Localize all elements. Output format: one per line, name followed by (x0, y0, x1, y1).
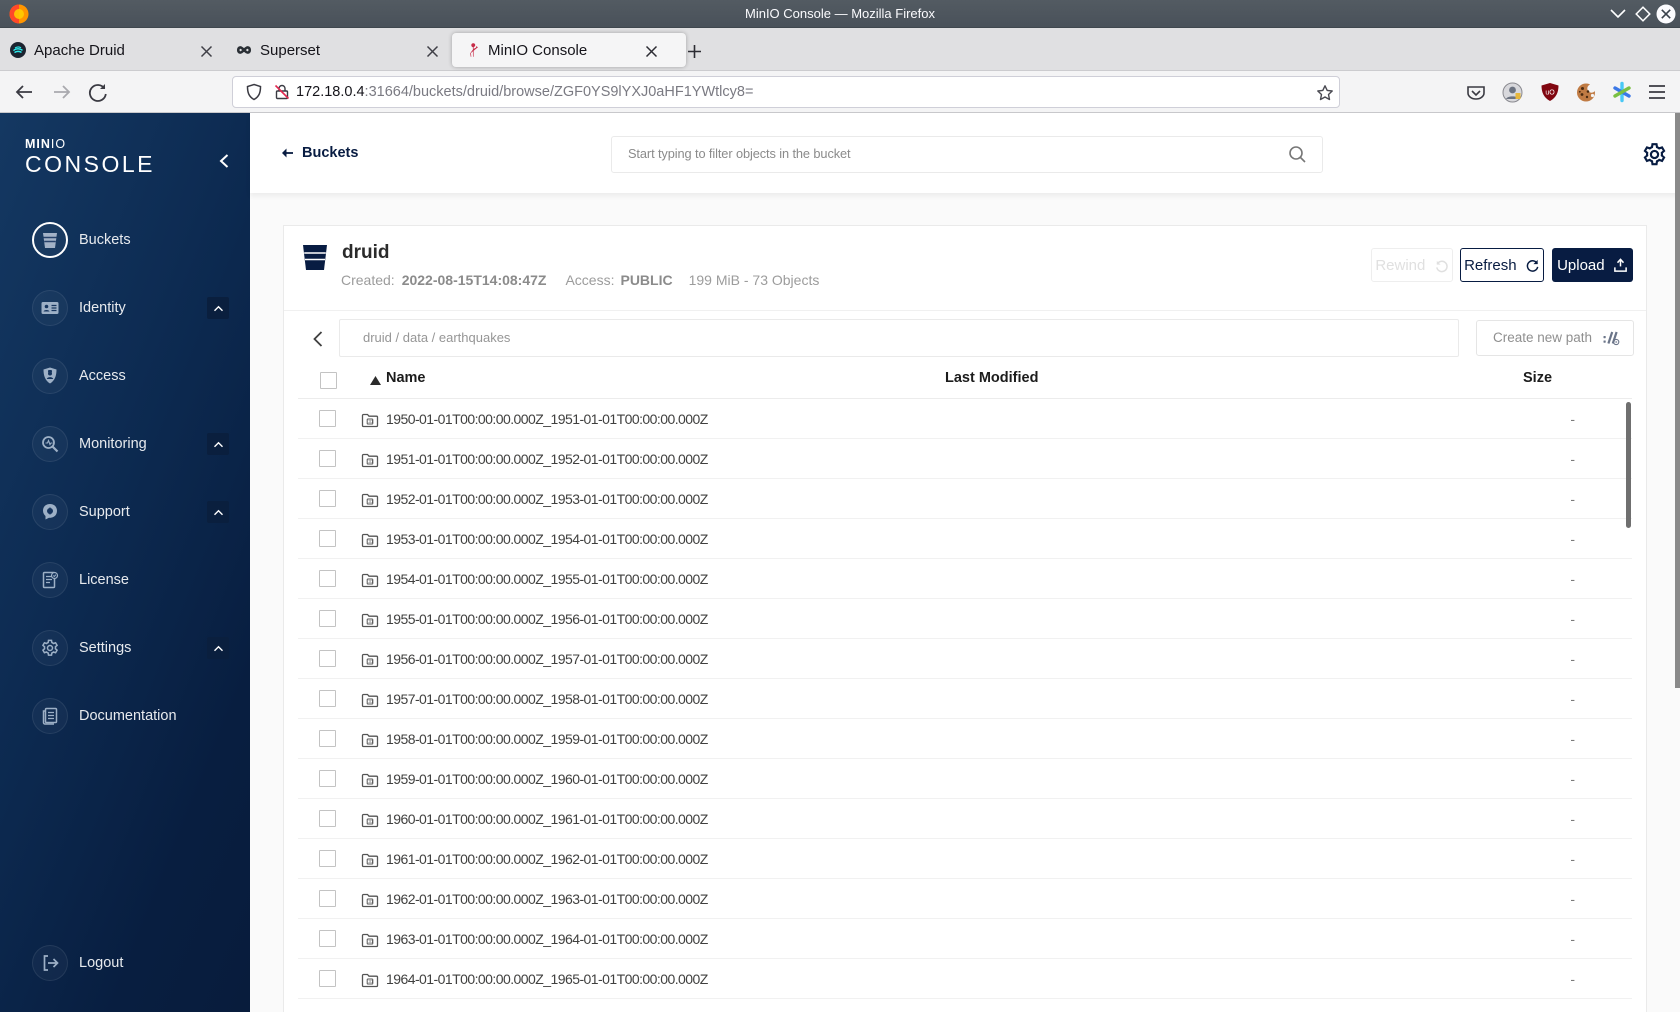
svg-text:31: 31 (368, 499, 374, 504)
svg-text:31: 31 (368, 419, 374, 424)
svg-text:31: 31 (368, 979, 374, 984)
svg-text:31: 31 (368, 859, 374, 864)
svg-text:31: 31 (368, 699, 374, 704)
svg-text:uO: uO (1545, 90, 1555, 97)
svg-text:31: 31 (368, 819, 374, 824)
svg-text:31: 31 (368, 539, 374, 544)
svg-text:31: 31 (368, 939, 374, 944)
svg-text:31: 31 (368, 739, 374, 744)
svg-text:31: 31 (368, 899, 374, 904)
svg-text:31: 31 (368, 579, 374, 584)
svg-text:31: 31 (368, 619, 374, 624)
svg-text:31: 31 (368, 659, 374, 664)
svg-text:31: 31 (368, 779, 374, 784)
svg-text:31: 31 (368, 459, 374, 464)
